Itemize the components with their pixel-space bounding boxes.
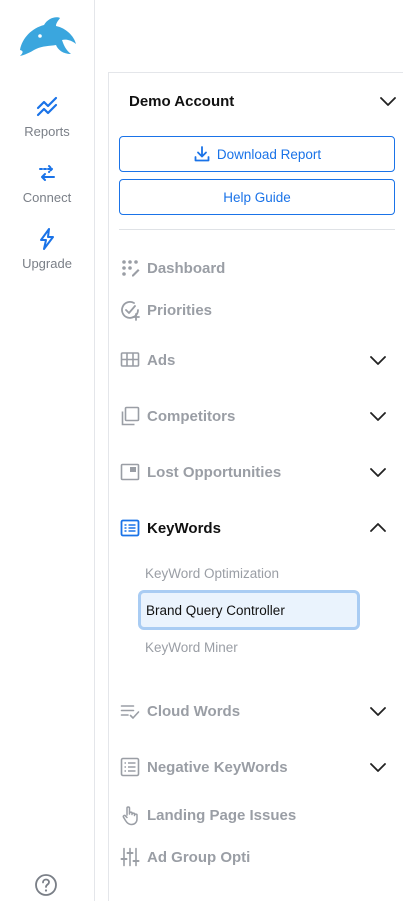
copy-squares-icon [121,406,140,426]
chevron-down-icon [370,763,386,772]
nav-label: Landing Page Issues [147,806,297,824]
nav-label: KeyWords [147,519,221,537]
lightning-icon [40,228,54,250]
check-circle-plus-icon [121,301,140,321]
nav-label: Negative KeyWords [147,758,288,776]
download-report-button[interactable]: Download Report [119,136,395,172]
reports-chart-icon [36,96,58,117]
rail-item-label: Reports [24,124,70,139]
dashboard-dots-icon [122,260,140,277]
sub-item-label: Brand Query Controller [146,602,285,618]
divider [119,229,395,230]
nav-item-ads[interactable]: Ads [119,348,387,372]
rail-item-reports[interactable]: Reports [0,96,94,139]
nav-label: Competitors [147,407,236,425]
rail-item-upgrade[interactable]: Upgrade [0,228,94,271]
help-icon[interactable] [34,873,58,897]
account-selector[interactable]: Demo Account [129,91,397,113]
nav-label: Lost Opportunities [147,463,282,481]
sub-item-keyword-optimization[interactable]: KeyWord Optimization [145,566,279,581]
help-guide-label: Help Guide [223,189,291,205]
dolphin-logo-icon[interactable] [14,12,80,58]
chevron-down-icon [380,97,396,106]
nav-label: Cloud Words [147,702,241,720]
chevron-down-icon [370,707,386,716]
chevron-down-icon [370,356,386,365]
rail-item-label: Connect [22,190,72,205]
window-icon [120,463,140,481]
chevron-down-icon [370,412,386,421]
nav-label: Ad Group Opti [147,848,251,866]
rail-item-label: Upgrade [22,256,72,271]
nav-item-priorities[interactable]: Priorities [119,298,387,322]
download-icon [194,146,210,162]
account-name: Demo Account [129,93,235,110]
sub-item-brand-query-controller[interactable]: Brand Query Controller [138,590,360,630]
nav-item-lost-opportunities[interactable]: Lost Opportunities [119,460,387,484]
connect-arrows-icon [39,165,55,181]
nav-item-cloud-words[interactable]: Cloud Words [119,699,387,723]
navigation-panel: Demo Account Download Report Help Guide … [108,72,403,901]
nav-item-landing-page-issues[interactable]: Landing Page Issues [119,803,387,827]
nav-item-keywords[interactable]: KeyWords [119,516,387,540]
nav-item-negative-keywords[interactable]: Negative KeyWords [119,755,387,779]
sliders-icon [120,847,140,867]
download-report-label: Download Report [216,146,322,162]
nav-label: Ads [147,351,176,369]
nav-item-ad-group-opti[interactable]: Ad Group Opti [119,845,387,869]
pointer-hand-icon [122,806,138,826]
list-check-icon [120,705,140,719]
chevron-up-icon [370,523,386,532]
nav-item-dashboard[interactable]: Dashboard [119,256,387,280]
app: Reports Connect Upgrade Demo Account Dow… [0,0,403,901]
nav-item-competitors[interactable]: Competitors [119,404,387,428]
sub-item-keyword-miner[interactable]: KeyWord Miner [145,640,238,655]
nav-label: Priorities [147,301,213,319]
help-guide-button[interactable]: Help Guide [119,179,395,215]
keywords-list-icon [120,519,140,537]
negative-list-icon [120,757,140,777]
rail-item-connect[interactable]: Connect [0,162,94,205]
ads-grid-icon [120,352,140,367]
nav-label: Dashboard [147,259,226,277]
left-rail: Reports Connect Upgrade [0,0,95,901]
chevron-down-icon [370,468,386,477]
